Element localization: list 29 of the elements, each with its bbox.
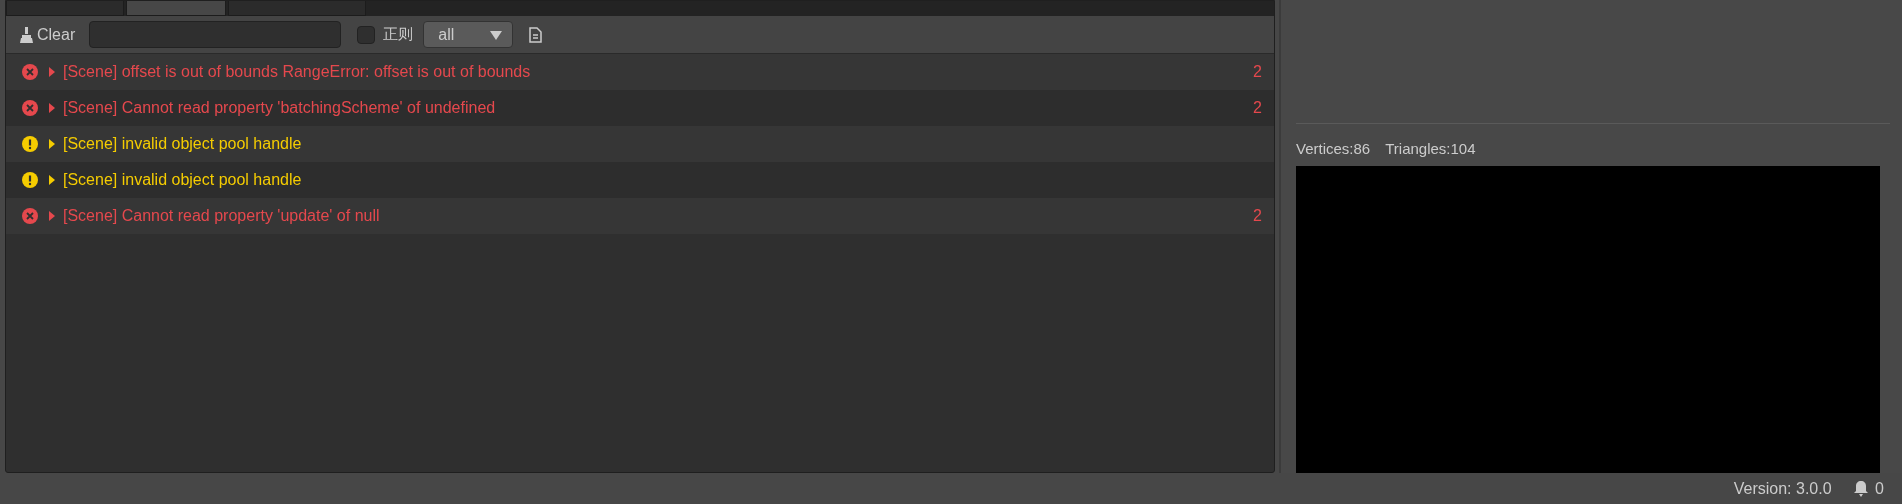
error-icon (22, 100, 38, 116)
regex-label: 正则 (383, 24, 414, 45)
version-label: Version: 3.0.0 (1733, 478, 1832, 499)
vertices-count: Vertices:86 (1296, 139, 1371, 159)
log-message: [Scene] offset is out of bounds RangeError: offset is out of bounds (63, 62, 532, 82)
log-message: [Scene] Cannot read property 'update' of null (63, 206, 381, 226)
broom-icon (20, 26, 33, 43)
caret-icon (490, 29, 503, 40)
triangles-count: Triangles:104 (1385, 139, 1476, 159)
log-message: [Scene] invalid object pool handle (63, 170, 303, 190)
expand-icon[interactable] (48, 175, 56, 185)
log-message: [Scene] Cannot read property 'batchingScheme' of undefined (63, 98, 497, 118)
warning-icon (22, 172, 38, 188)
tab[interactable] (126, 1, 226, 16)
log-message: [Scene] invalid object pool handle (63, 134, 303, 154)
repeat-count: 2 (1253, 98, 1262, 118)
expand-icon[interactable] (48, 139, 56, 149)
error-icon (22, 208, 38, 224)
clear-button[interactable]: Clear (20, 22, 76, 47)
filter-field[interactable] (89, 21, 342, 48)
warning-icon (22, 136, 38, 152)
error-icon (22, 64, 38, 80)
bell-icon[interactable] (1853, 480, 1868, 497)
document-icon[interactable] (529, 26, 543, 43)
regex-checkbox[interactable] (357, 25, 376, 44)
repeat-count: 2 (1253, 62, 1262, 82)
level-select[interactable]: all (423, 21, 514, 48)
repeat-count: 2 (1253, 206, 1262, 226)
notification-count: 0 (1875, 478, 1884, 499)
